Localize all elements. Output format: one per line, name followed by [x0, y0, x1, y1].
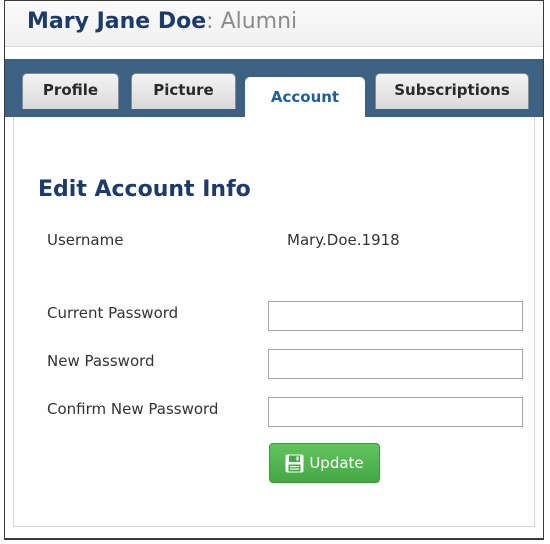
update-button[interactable]: Update [269, 443, 380, 483]
current-password-label: Current Password [47, 304, 179, 322]
tab-profile[interactable]: Profile [22, 73, 119, 109]
section-title: Edit Account Info [38, 177, 251, 202]
user-role: Alumni [220, 9, 298, 34]
tab-picture[interactable]: Picture [131, 73, 236, 109]
current-password-field[interactable] [268, 301, 523, 331]
username-label: Username [47, 231, 124, 249]
tab-content-account: Edit Account Info Username Mary.Doe.1918… [13, 117, 535, 527]
tab-bar: Profile Picture Account Subscriptions [5, 59, 543, 117]
confirm-password-label: Confirm New Password [47, 400, 219, 418]
account-settings-panel: Mary Jane Doe: Alumni Profile Picture Ac… [4, 0, 544, 540]
title-separator: : [206, 9, 221, 34]
update-button-label: Update [309, 454, 364, 472]
new-password-field[interactable] [268, 349, 523, 379]
save-icon [285, 454, 304, 473]
user-name: Mary Jane Doe [27, 9, 207, 34]
username-value: Mary.Doe.1918 [287, 231, 400, 249]
page-header: Mary Jane Doe: Alumni [5, 1, 543, 47]
tab-account[interactable]: Account [245, 77, 365, 117]
new-password-label: New Password [47, 352, 155, 370]
confirm-password-field[interactable] [268, 397, 523, 427]
page-title: Mary Jane Doe: Alumni [27, 9, 297, 34]
tab-subscriptions[interactable]: Subscriptions [375, 73, 529, 109]
